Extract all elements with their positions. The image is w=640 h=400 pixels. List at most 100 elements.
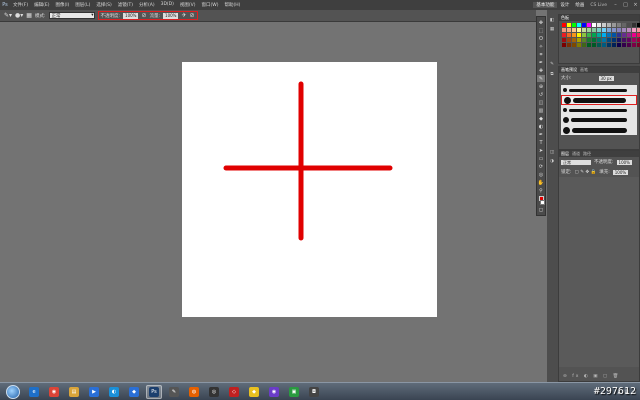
color-swatch[interactable]	[632, 28, 636, 32]
color-swatch[interactable]	[562, 43, 566, 47]
brush-preset-picker-icon[interactable]: ●▾	[15, 12, 23, 19]
color-swatch[interactable]	[627, 38, 631, 42]
brush-panel-toggle-icon[interactable]: ▦	[26, 12, 32, 19]
swatches-panel-icon[interactable]: ▦	[548, 27, 556, 34]
layer-blend-select[interactable]: 正常	[561, 159, 591, 165]
close-button[interactable]: ×	[631, 1, 640, 9]
color-swatch[interactable]	[622, 23, 626, 27]
color-panel-icon[interactable]: ◧	[548, 18, 556, 25]
minimize-button[interactable]: –	[611, 1, 620, 9]
move-tool-icon[interactable]: ✥	[537, 19, 545, 26]
brush-preset-item[interactable]	[561, 115, 637, 125]
color-swatch[interactable]	[602, 43, 606, 47]
color-swatch[interactable]	[632, 33, 636, 37]
layer-opacity-field[interactable]: 100%	[616, 159, 632, 165]
color-swatch[interactable]	[622, 28, 626, 32]
color-swatch[interactable]	[602, 33, 606, 37]
color-swatch[interactable]	[577, 33, 581, 37]
color-swatch[interactable]	[617, 38, 621, 42]
color-swatch[interactable]	[582, 23, 586, 27]
color-swatch[interactable]	[562, 33, 566, 37]
color-swatch[interactable]	[612, 33, 616, 37]
taskbar-ball-icon[interactable]: ◎	[206, 385, 222, 399]
eraser-tool-icon[interactable]: ◫	[537, 99, 545, 106]
layers-footer-icons[interactable]: ⊖ fx ◐ ▣ ▢ 🗑	[563, 374, 620, 379]
taskbar-pen-icon[interactable]: ✎	[166, 385, 182, 399]
color-swatch[interactable]	[632, 43, 636, 47]
background-color-swatch[interactable]	[540, 200, 545, 205]
menu-item[interactable]: 视图(V)	[177, 2, 199, 8]
color-swatch[interactable]	[567, 33, 571, 37]
clone-tool-icon[interactable]: ⊕	[537, 83, 545, 90]
taskbar-explorer-icon[interactable]: ▤	[66, 385, 82, 399]
color-swatch[interactable]	[617, 33, 621, 37]
taskbar-yellow-app-icon[interactable]: ◆	[246, 385, 262, 399]
color-swatch[interactable]	[567, 38, 571, 42]
color-swatch[interactable]	[617, 28, 621, 32]
color-swatch[interactable]	[567, 23, 571, 27]
menu-item[interactable]: 3D(D)	[158, 2, 177, 8]
brush-tool-icon[interactable]: ✎	[537, 75, 545, 82]
color-swatch[interactable]	[577, 43, 581, 47]
quick-select-tool-icon[interactable]: ✧	[537, 43, 545, 50]
color-swatch[interactable]	[597, 23, 601, 27]
color-swatch[interactable]	[607, 33, 611, 37]
tab-channels[interactable]: 通道	[572, 151, 580, 157]
menu-item[interactable]: 选择(S)	[93, 2, 114, 8]
brush-tool-icon[interactable]: ✎▾	[4, 12, 12, 19]
color-swatch[interactable]	[632, 38, 636, 42]
brush-preset-item[interactable]	[561, 85, 637, 95]
mode-select[interactable]: 正常 ▾	[48, 12, 95, 19]
brush-panel-icon[interactable]: ✎	[548, 62, 556, 69]
color-swatch[interactable]	[597, 38, 601, 42]
color-swatch[interactable]	[602, 23, 606, 27]
color-swatch[interactable]	[577, 23, 581, 27]
taskbar-photoshop-icon[interactable]: Ps	[146, 384, 162, 399]
lasso-tool-icon[interactable]: ʘ	[537, 35, 545, 42]
canvas-area[interactable]	[0, 22, 536, 382]
color-swatch[interactable]	[607, 28, 611, 32]
menu-item[interactable]: 窗口(W)	[198, 2, 221, 8]
color-swatch[interactable]	[597, 28, 601, 32]
taskbar-mediaplayer-icon[interactable]: ▶	[86, 385, 102, 399]
color-swatch[interactable]	[612, 43, 616, 47]
blur-tool-icon[interactable]: ◆	[537, 115, 545, 122]
type-tool-icon[interactable]: T	[537, 139, 545, 146]
menu-item[interactable]: 编辑(E)	[31, 2, 52, 8]
menu-item[interactable]: 文件(F)	[10, 2, 31, 8]
hand-tool-icon[interactable]: ✋	[537, 179, 545, 186]
color-swatch[interactable]	[597, 43, 601, 47]
color-swatch[interactable]	[592, 28, 596, 32]
taskbar-green-app-icon[interactable]: ▣	[286, 385, 302, 399]
taskbar-chrome-icon[interactable]: ◉	[46, 385, 62, 399]
crop-tool-icon[interactable]: ⌗	[537, 51, 545, 58]
color-swatch[interactable]	[602, 28, 606, 32]
color-swatch[interactable]	[622, 38, 626, 42]
path-select-tool-icon[interactable]: ➤	[537, 147, 545, 154]
history-tool-icon[interactable]: ↺	[537, 91, 545, 98]
airbrush-icon[interactable]: ✈	[181, 12, 186, 19]
color-swatch[interactable]	[602, 38, 606, 42]
color-swatch[interactable]	[587, 28, 591, 32]
menu-item[interactable]: 图像(I)	[52, 2, 72, 8]
lock-icons[interactable]: ▢ ✎ ✥ 🔒	[575, 170, 597, 175]
menu-item[interactable]: 图层(L)	[72, 2, 93, 8]
color-swatch[interactable]	[622, 43, 626, 47]
color-swatch[interactable]	[627, 23, 631, 27]
cs-live-button[interactable]: CS Live	[587, 3, 610, 8]
pressure-opacity-icon[interactable]: ⊘	[141, 12, 146, 19]
tab-brush-presets[interactable]: 画笔预设	[561, 67, 577, 73]
color-swatch[interactable]	[587, 38, 591, 42]
color-swatch[interactable]	[627, 43, 631, 47]
brush-preset-item[interactable]	[561, 105, 637, 115]
layers-panel-icon[interactable]: ◫	[548, 150, 556, 157]
taskbar-360-icon[interactable]: ◉	[266, 385, 282, 399]
workspace-button[interactable]: 基本功能	[533, 2, 558, 8]
color-swatch[interactable]	[562, 28, 566, 32]
color-swatch[interactable]	[617, 23, 621, 27]
document-canvas[interactable]	[182, 62, 437, 317]
color-swatch[interactable]	[592, 38, 596, 42]
zoom-tool-icon[interactable]: ⚲	[537, 187, 545, 194]
color-swatch[interactable]	[612, 23, 616, 27]
color-swatch[interactable]	[592, 43, 596, 47]
